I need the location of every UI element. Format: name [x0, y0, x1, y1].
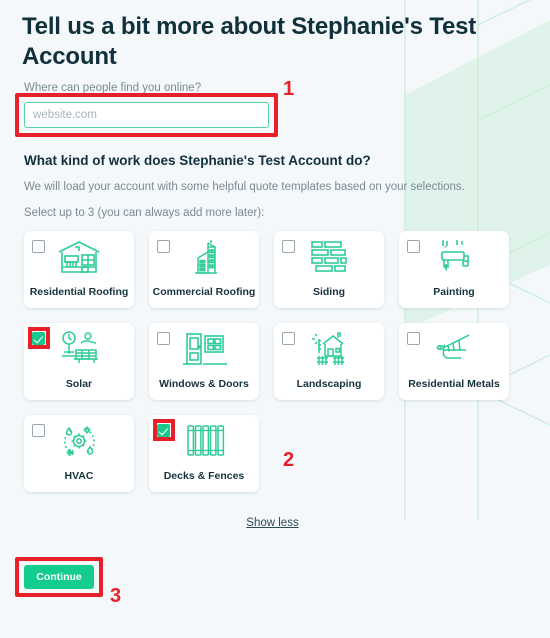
continue-wrapper: Continue [15, 556, 103, 597]
show-less-link[interactable]: Show less [246, 517, 298, 529]
trade-card-label: Windows & Doors [159, 378, 249, 391]
trade-card-painting[interactable]: Painting [399, 230, 509, 308]
trade-card-label: Commercial Roofing [152, 286, 256, 299]
trade-checkbox[interactable] [282, 239, 295, 253]
trade-card-label: Landscaping [296, 378, 362, 391]
show-less-row: Show less [0, 513, 545, 531]
trade-card-residential-metals[interactable]: Residential Metals [399, 322, 509, 400]
trade-card-residential-roofing[interactable]: Residential Roofing [24, 230, 134, 308]
trade-checkbox[interactable] [282, 331, 295, 345]
trade-card-hvac[interactable]: HVAC [24, 414, 134, 492]
trade-card-windows-doors[interactable]: Windows & Doors [149, 322, 259, 400]
onboarding-page: Tell us a bit more about Stephanie's Tes… [0, 0, 550, 597]
trade-card-grid: Residential Roofing Commercial Roofing S… [24, 230, 534, 492]
work-section-note: We will load your account with some help… [24, 180, 465, 193]
trade-card-label: HVAC [64, 470, 94, 483]
trade-card-label: Decks & Fences [163, 470, 245, 483]
continue-button[interactable]: Continue [24, 564, 94, 589]
trade-card-solar[interactable]: Solar [24, 322, 134, 400]
annotation-number-2: 2 [283, 449, 295, 471]
trade-checkbox[interactable] [32, 423, 45, 437]
annotation-number-1: 1 [283, 78, 295, 100]
page-title: Tell us a bit more about Stephanie's Tes… [22, 13, 477, 71]
trade-checkbox[interactable] [32, 239, 45, 253]
trade-checkbox[interactable] [157, 239, 170, 253]
trade-card-label: Siding [312, 286, 346, 299]
trade-card-commercial-roofing[interactable]: Commercial Roofing [149, 230, 259, 308]
work-section-heading: What kind of work does Stephanie's Test … [24, 152, 371, 168]
trade-checkbox[interactable] [32, 331, 45, 345]
trade-checkbox[interactable] [157, 331, 170, 345]
trade-checkbox[interactable] [407, 239, 420, 253]
trade-card-siding[interactable]: Siding [274, 230, 384, 308]
website-input-wrapper [15, 92, 278, 137]
trade-card-label: Painting [433, 286, 475, 299]
trade-card-decks-fences[interactable]: Decks & Fences [149, 414, 259, 492]
trade-card-landscaping[interactable]: Landscaping [274, 322, 384, 400]
work-section-select-note: Select up to 3 (you can always add more … [24, 206, 265, 219]
trade-card-label: Residential Roofing [29, 286, 129, 299]
trade-card-label: Solar [65, 378, 93, 391]
website-input[interactable] [24, 101, 269, 128]
annotation-number-3: 3 [110, 585, 122, 607]
trade-checkbox[interactable] [157, 423, 170, 437]
trade-checkbox[interactable] [407, 331, 420, 345]
trade-card-label: Residential Metals [408, 378, 500, 391]
